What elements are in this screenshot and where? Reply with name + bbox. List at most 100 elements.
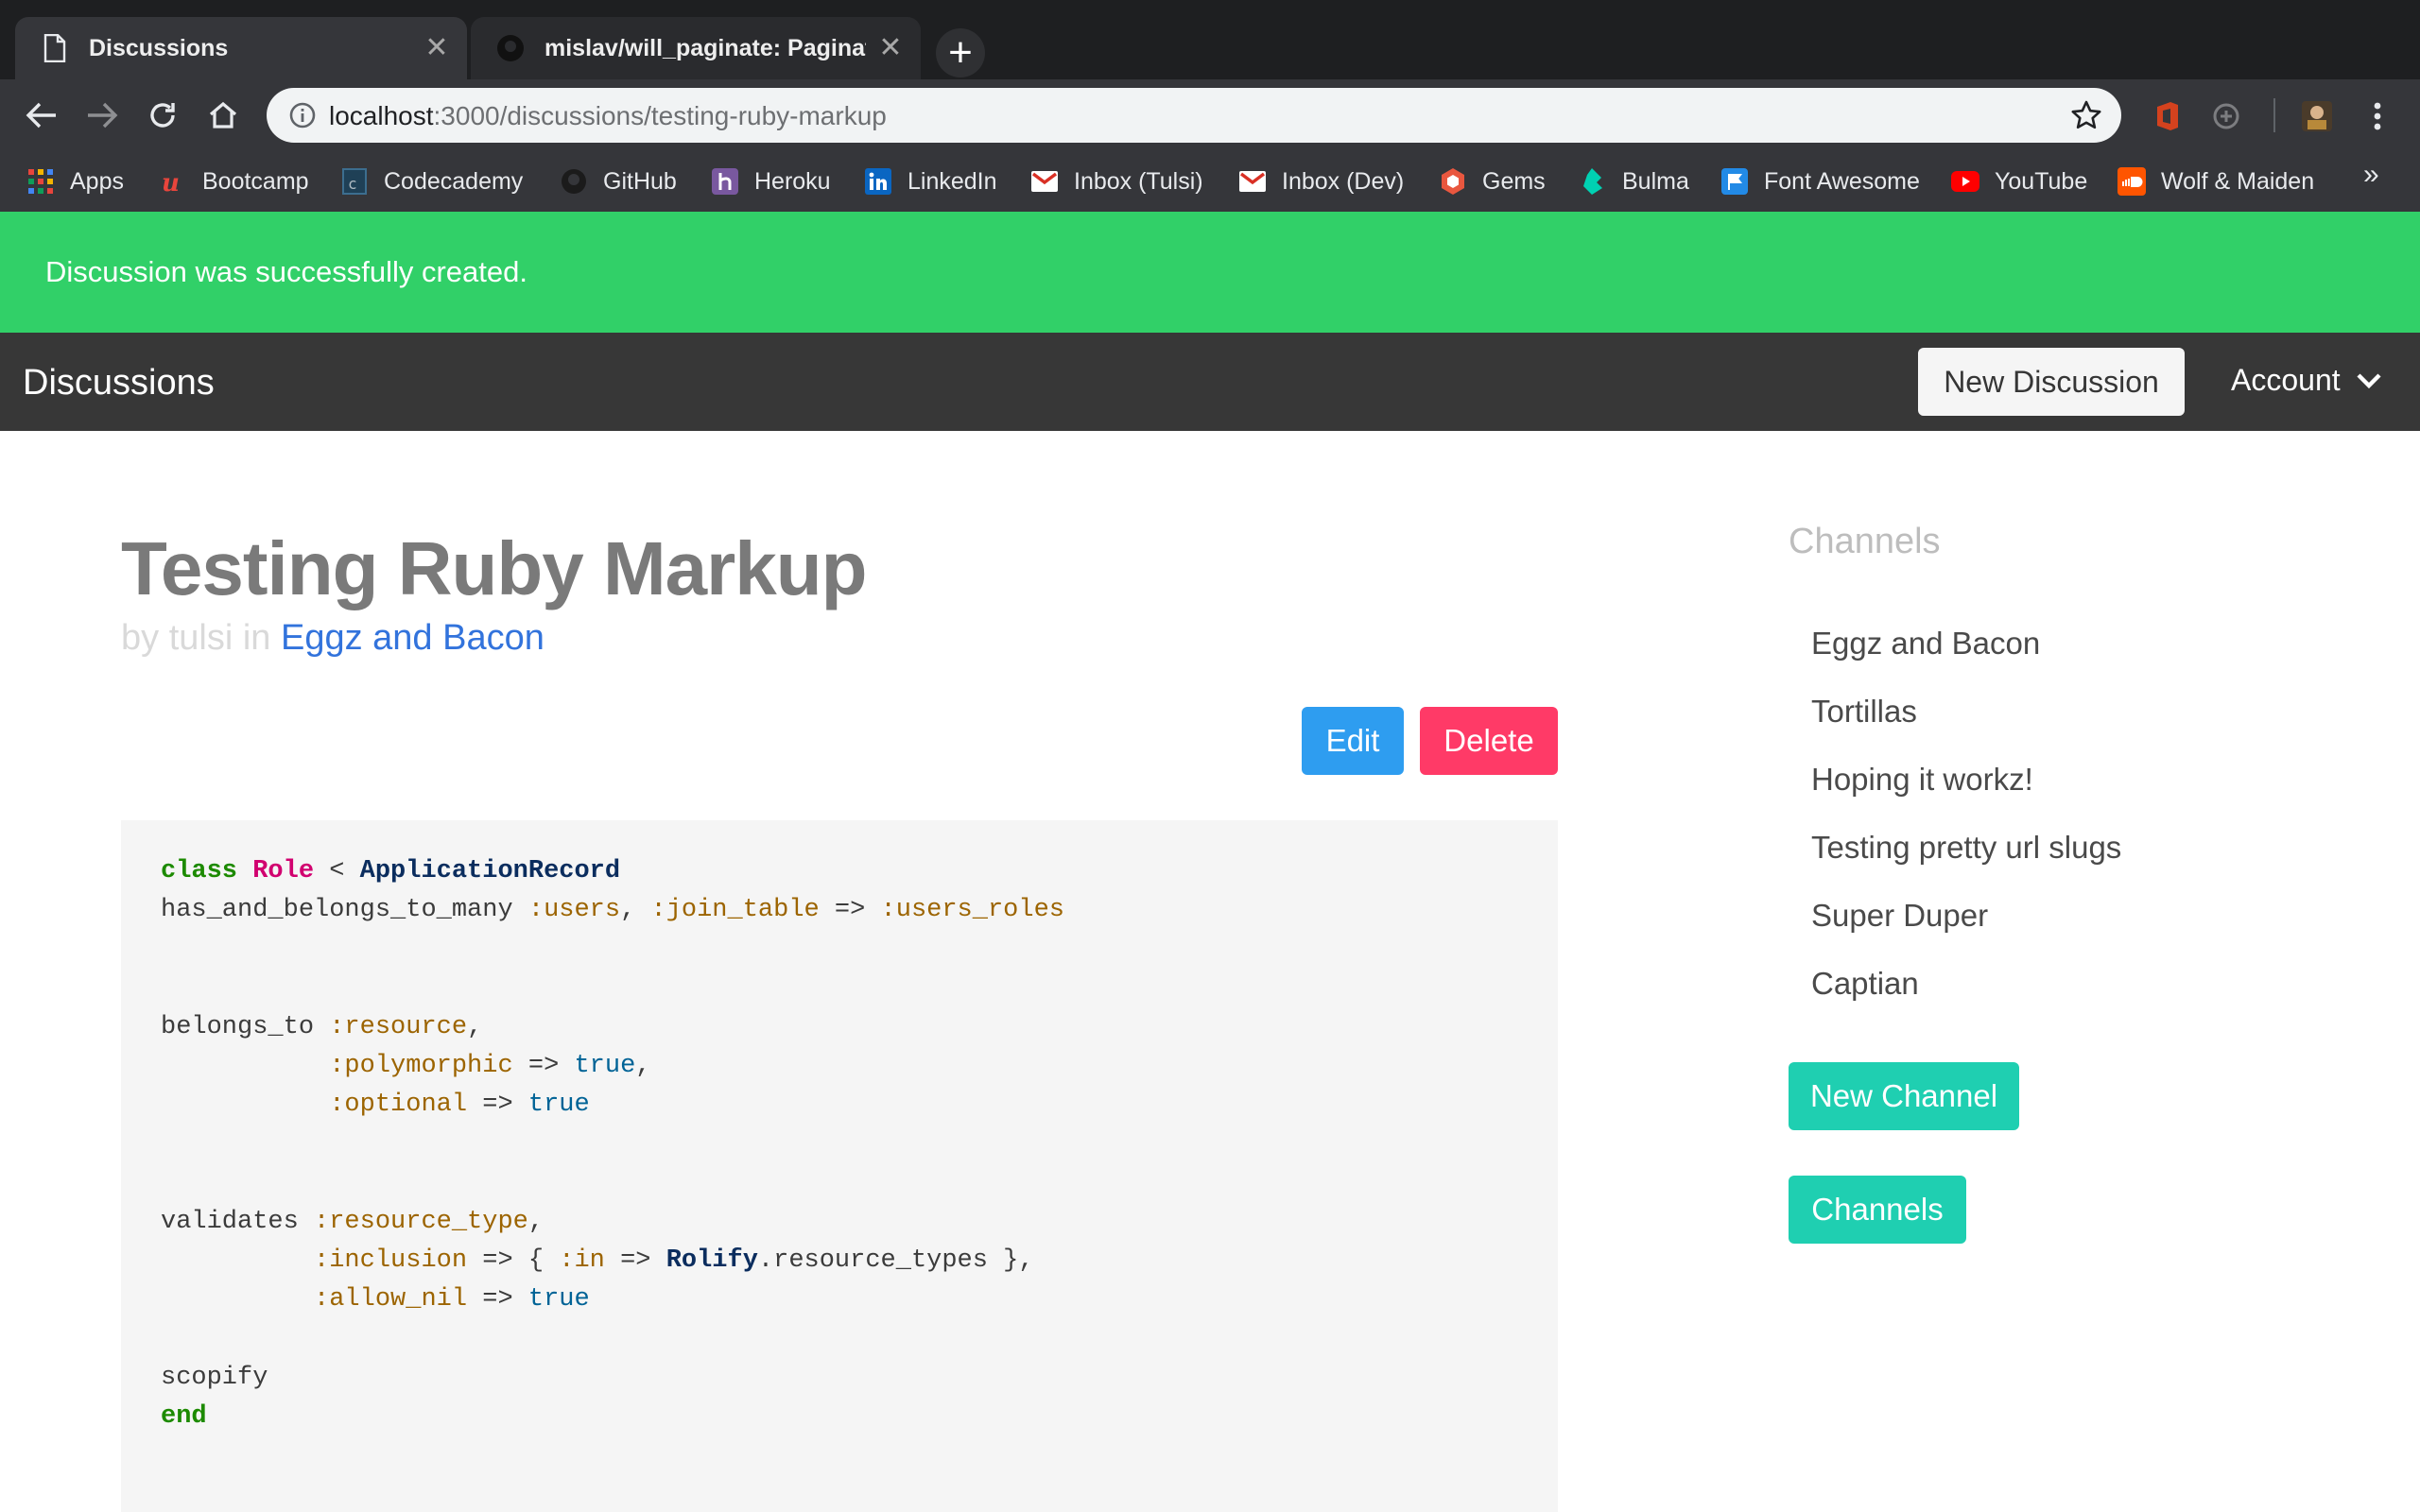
bookmark-label: Wolf & Maiden — [2161, 167, 2315, 195]
browser-tab-discussions[interactable]: Discussions ✕ — [15, 17, 467, 79]
delete-button[interactable]: Delete — [1420, 707, 1558, 775]
bootcamp-icon: u — [159, 167, 187, 196]
discussion-title: Testing Ruby Markup — [121, 526, 867, 610]
code-line: :optional => true — [329, 1091, 590, 1120]
bookmark-wolf-maiden[interactable]: Wolf & Maiden — [2118, 164, 2314, 198]
soundcloud-icon — [2118, 167, 2146, 196]
browser-tab-will-paginate[interactable]: mislav/will_paginate: Pagination library… — [471, 17, 921, 79]
gmail-icon — [1238, 167, 1267, 196]
bookmark-inbox-tulsi[interactable]: Inbox (Tulsi) — [1030, 164, 1203, 198]
bookmark-codecademy[interactable]: c Codecademy — [340, 164, 523, 198]
bookmark-github[interactable]: GitHub — [560, 164, 677, 198]
home-icon[interactable] — [200, 93, 246, 138]
code-line: :allow_nil => true — [314, 1285, 590, 1314]
gmail-icon — [1030, 167, 1059, 196]
profile-avatar[interactable] — [2299, 98, 2335, 134]
channel-link[interactable]: Eggz and Bacon — [281, 618, 544, 658]
close-tab-icon[interactable]: ✕ — [422, 33, 452, 63]
bookmark-font-awesome[interactable]: Font Awesome — [1720, 164, 1920, 198]
bookmark-label: Gems — [1482, 167, 1546, 195]
app-navbar: Discussions New Discussion Account — [0, 333, 2420, 431]
bookmark-star-icon[interactable] — [2070, 99, 2102, 131]
flash-notification: Discussion was successfully created. — [0, 212, 2420, 333]
chrome-menu-icon[interactable] — [2360, 98, 2395, 134]
chevron-down-icon — [2356, 367, 2384, 395]
url-host: localhost — [329, 101, 434, 130]
bookmark-label: GitHub — [603, 167, 677, 195]
channels-button[interactable]: Channels — [1789, 1176, 1966, 1244]
address-bar[interactable]: localhost:3000/discussions/testing-ruby-… — [267, 88, 2121, 143]
github-icon — [495, 33, 526, 63]
bookmark-label: Bootcamp — [202, 167, 309, 195]
discussion-byline: by tulsi in Eggz and Bacon — [121, 618, 544, 659]
channel-item[interactable]: Super Duper — [1811, 898, 1988, 934]
bookmark-inbox-dev[interactable]: Inbox (Dev) — [1238, 164, 1404, 198]
reload-icon[interactable] — [140, 93, 185, 138]
bookmark-youtube[interactable]: YouTube — [1951, 164, 2087, 198]
rubygems-icon — [1439, 167, 1467, 196]
byline-author: by tulsi in — [121, 618, 281, 658]
code-line: has_and_belongs_to_many :users, :join_ta… — [161, 896, 1064, 925]
new-discussion-button[interactable]: New Discussion — [1918, 348, 2185, 416]
bookmark-label: Heroku — [754, 167, 831, 195]
channel-item[interactable]: Captian — [1811, 966, 1919, 1002]
bookmark-label: LinkedIn — [908, 167, 997, 195]
toolbar-separator — [2273, 98, 2275, 132]
tab-title: Discussions — [89, 34, 229, 61]
back-arrow-icon[interactable] — [19, 93, 64, 138]
github-icon — [560, 167, 588, 196]
new-tab-button[interactable]: + — [936, 28, 985, 77]
sync-extension-icon[interactable] — [2208, 98, 2244, 134]
font-awesome-icon — [1720, 167, 1749, 196]
bookmark-label: Inbox (Tulsi) — [1074, 167, 1203, 195]
bookmark-label: Codecademy — [384, 167, 524, 195]
bookmarks-bar: Apps u Bootcamp c Codecademy GitHub Hero… — [0, 151, 2420, 212]
bookmark-label: Font Awesome — [1764, 167, 1920, 195]
youtube-icon — [1951, 167, 1979, 196]
bookmark-gems[interactable]: Gems — [1439, 164, 1546, 198]
bookmark-heroku[interactable]: Heroku — [711, 164, 831, 198]
code-line: end — [161, 1401, 207, 1431]
linkedin-icon — [864, 167, 892, 196]
edit-button[interactable]: Edit — [1302, 707, 1404, 775]
office-extension-icon[interactable] — [2150, 98, 2186, 134]
code-line: :inclusion => { :in => Rolify.resource_t… — [314, 1246, 1034, 1275]
channel-item[interactable]: Eggz and Bacon — [1811, 626, 2040, 662]
bookmarks-overflow-chevron-icon[interactable]: » — [2363, 159, 2379, 191]
bookmark-label: Apps — [70, 167, 124, 195]
bookmark-label: YouTube — [1995, 167, 2088, 195]
browser-tab-strip: Discussions ✕ mislav/will_paginate: Pagi… — [0, 0, 2420, 79]
bookmark-bulma[interactable]: Bulma — [1579, 164, 1689, 198]
heroku-icon — [711, 167, 739, 196]
bookmark-label: Inbox (Dev) — [1282, 167, 1405, 195]
code-line: scopify — [161, 1363, 268, 1392]
channel-item[interactable]: Tortillas — [1811, 694, 1917, 730]
codecademy-icon: c — [340, 167, 369, 196]
svg-text:u: u — [162, 169, 180, 195]
apps-grid-icon — [26, 167, 55, 196]
bookmark-apps[interactable]: Apps — [26, 164, 124, 198]
account-dropdown[interactable]: Account — [2231, 363, 2384, 398]
tab-title: mislav/will_paginate: Pagination library… — [544, 34, 866, 61]
channel-item[interactable]: Hoping it workz! — [1811, 762, 2033, 798]
code-line: belongs_to :resource, — [161, 1012, 483, 1041]
flash-message: Discussion was successfully created. — [45, 255, 527, 288]
code-line: validates :resource_type, — [161, 1207, 544, 1236]
channels-heading: Channels — [1789, 522, 1941, 561]
account-label: Account — [2231, 363, 2341, 397]
code-line: class Role < ApplicationRecord — [161, 857, 621, 885]
url-text: localhost:3000/discussions/testing-ruby-… — [329, 101, 887, 131]
url-path: :3000/discussions/testing-ruby-markup — [433, 101, 887, 130]
new-channel-button[interactable]: New Channel — [1789, 1062, 2019, 1130]
code-line: :polymorphic => true, — [329, 1052, 651, 1080]
svg-text:c: c — [348, 175, 357, 193]
forward-arrow-icon[interactable] — [79, 93, 125, 138]
bulma-icon — [1579, 167, 1607, 196]
bookmark-linkedin[interactable]: LinkedIn — [864, 164, 997, 198]
site-info-icon[interactable] — [287, 100, 318, 130]
channel-item[interactable]: Testing pretty url slugs — [1811, 830, 2121, 866]
close-tab-icon[interactable]: ✕ — [875, 33, 906, 63]
bookmark-bootcamp[interactable]: u Bootcamp — [159, 164, 309, 198]
navbar-brand[interactable]: Discussions — [23, 363, 215, 404]
document-icon — [40, 33, 70, 63]
